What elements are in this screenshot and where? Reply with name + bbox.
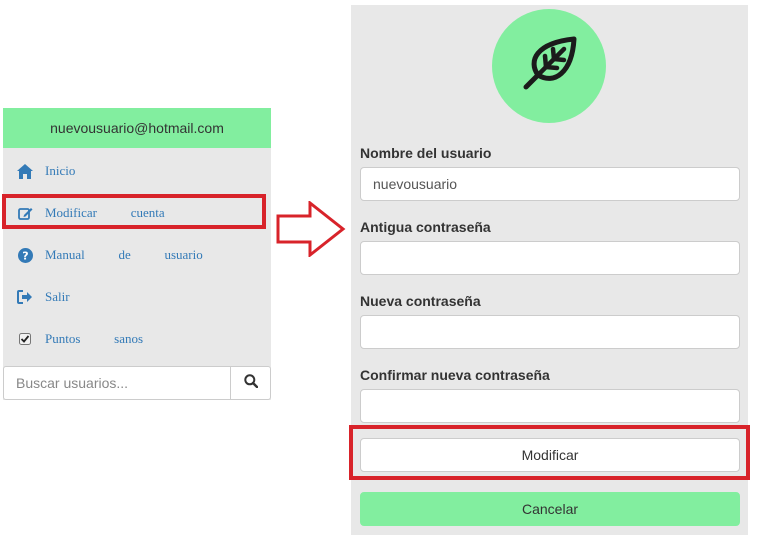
- svg-text:?: ?: [22, 249, 28, 262]
- user-email: nuevousuario@hotmail.com: [50, 120, 224, 136]
- sidebar-item-puntos-sanos[interactable]: Puntos sanos: [3, 319, 271, 359]
- highlight-box-modify-button: [349, 425, 750, 480]
- sidebar-item-label: Puntos sanos: [45, 331, 144, 346]
- confirm-password-label: Confirmar nueva contraseña: [360, 367, 550, 383]
- sidebar-item-label: Manual de usuario: [45, 247, 203, 262]
- avatar: [492, 9, 606, 123]
- sidebar-item-salir[interactable]: Salir: [3, 277, 271, 317]
- old-password-input[interactable]: [360, 241, 740, 275]
- search-input[interactable]: [3, 366, 231, 400]
- sidebar-item-manual-de-usuario[interactable]: ? Manual de usuario: [3, 235, 271, 275]
- question-circle-icon: ?: [17, 247, 33, 263]
- search-button[interactable]: [230, 366, 271, 400]
- confirm-password-input[interactable]: [360, 389, 740, 423]
- user-search-group: [3, 366, 271, 400]
- search-icon: [243, 373, 258, 393]
- highlight-box-modificar-cuenta: [2, 194, 266, 229]
- sidebar: nuevousuario@hotmail.com Inicio Modifica…: [3, 108, 271, 400]
- username-label: Nombre del usuario: [360, 145, 492, 161]
- right-arrow-icon: [276, 201, 346, 257]
- new-password-label: Nueva contraseña: [360, 293, 481, 309]
- user-email-header: nuevousuario@hotmail.com: [3, 108, 271, 148]
- sidebar-item-inicio[interactable]: Inicio: [3, 151, 271, 191]
- username-input[interactable]: [360, 167, 740, 201]
- checkbox-icon[interactable]: [17, 331, 33, 347]
- sidebar-item-label: Inicio: [45, 163, 76, 178]
- cancel-button[interactable]: Cancelar: [360, 492, 740, 526]
- sidebar-item-label: Salir: [45, 289, 70, 304]
- leaf-icon: [516, 31, 582, 102]
- new-password-input[interactable]: [360, 315, 740, 349]
- old-password-label: Antigua contraseña: [360, 219, 491, 235]
- sign-out-icon: [17, 289, 33, 305]
- home-icon: [17, 163, 33, 179]
